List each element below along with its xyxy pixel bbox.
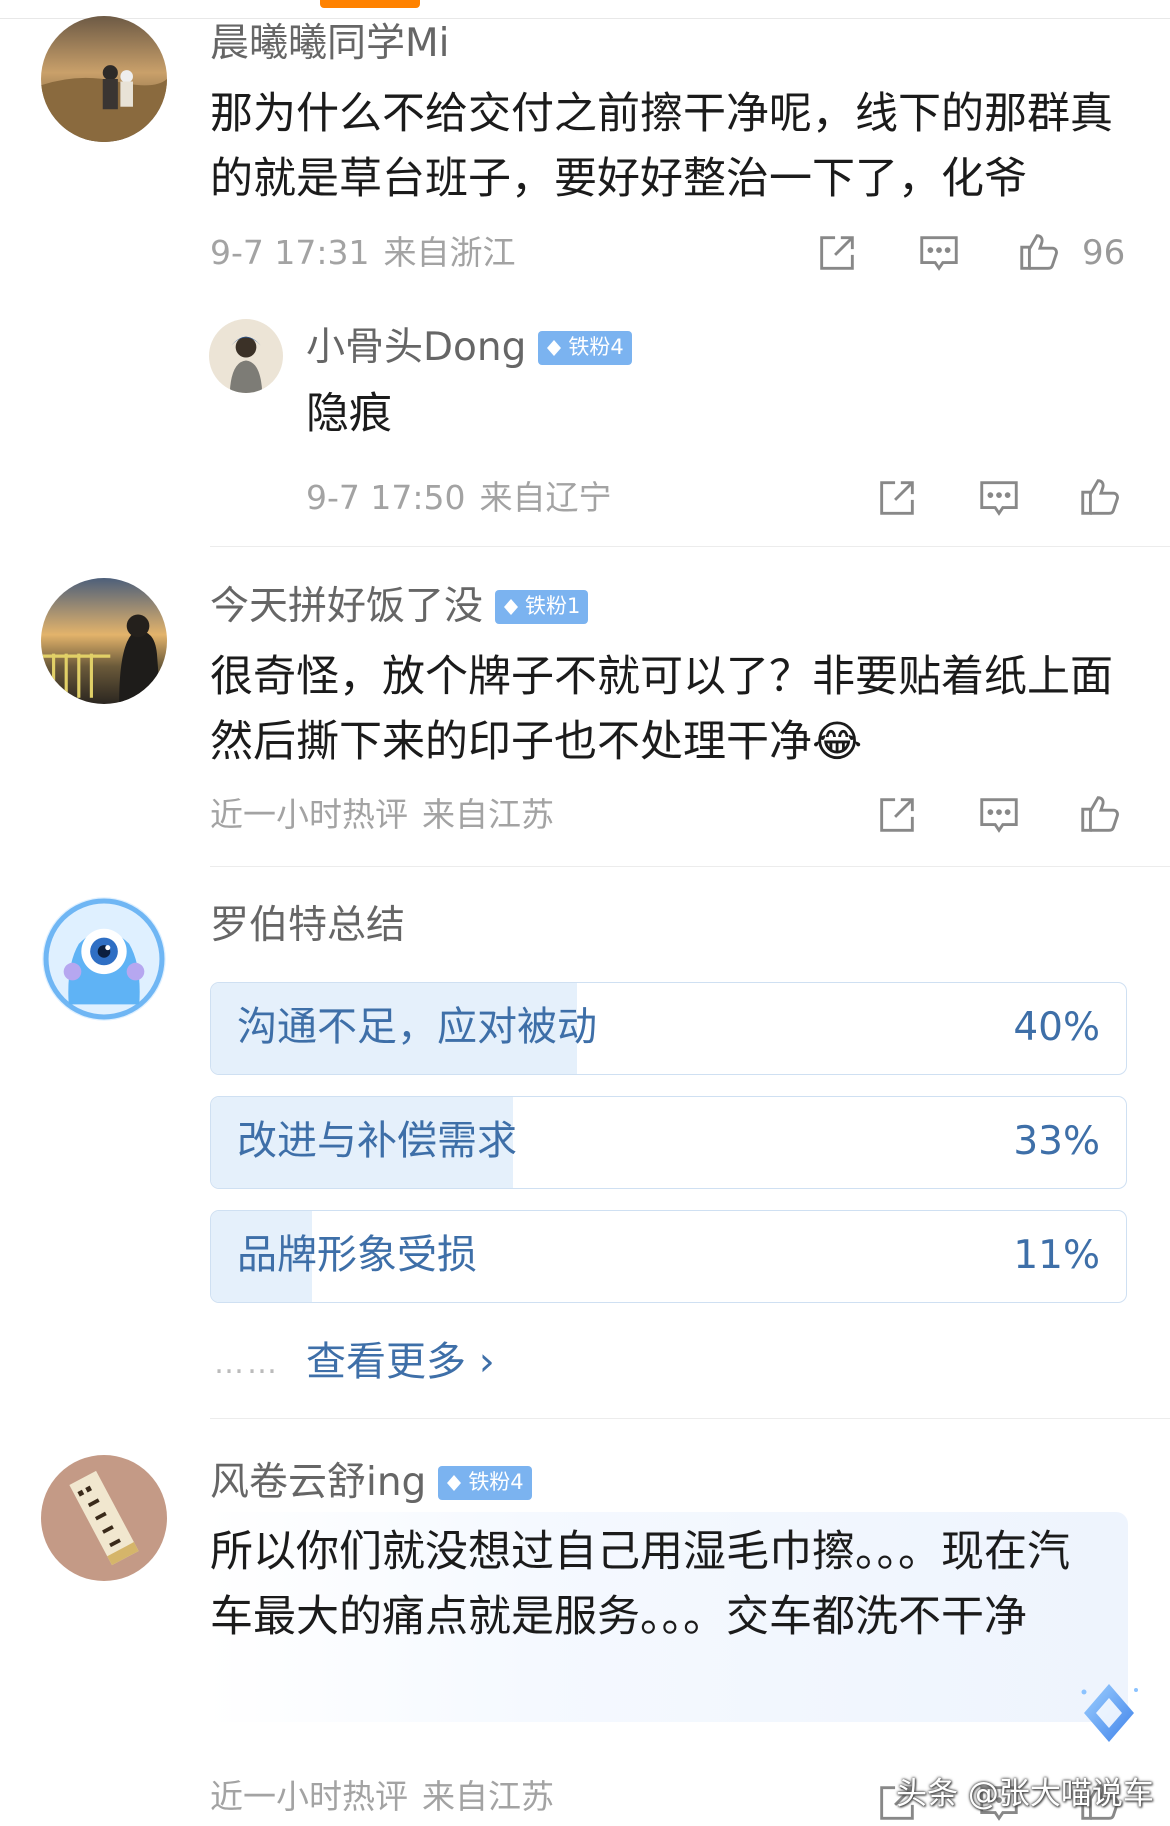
username[interactable]: 今天拼好饭了没: [210, 587, 483, 626]
share-icon[interactable]: [874, 475, 920, 521]
comment-meta: 近一小时热评 来自江苏: [210, 798, 554, 831]
poll-label: 改进与补偿需求: [237, 1118, 517, 1164]
summary-title: 罗伯特总结: [210, 903, 406, 948]
username[interactable]: 小骨头Dong: [306, 328, 526, 367]
comment-location: 来自辽宁: [479, 478, 612, 517]
comment-text: 隐痕: [306, 389, 392, 439]
laugh-cry-emoji: 😂: [812, 717, 863, 767]
poll-option[interactable]: 沟通不足，应对被动 40%: [210, 982, 1127, 1075]
like-icon[interactable]: [1016, 228, 1062, 274]
comment-body: 很奇怪，放个牌子不就可以了？非要贴着纸上面然后撕下来的印子也不处理干净: [210, 652, 1113, 767]
fan-badge: 铁粉1: [495, 589, 589, 624]
comment-text: 很奇怪，放个牌子不就可以了？非要贴着纸上面然后撕下来的印子也不处理干净😂: [210, 645, 1130, 775]
poll-percent: 40%: [1013, 1005, 1100, 1050]
share-icon[interactable]: [874, 792, 920, 838]
diamond-icon: [447, 1474, 462, 1491]
comment-location: 来自浙江: [383, 233, 516, 272]
comment-icon[interactable]: [976, 792, 1022, 838]
diamond-icon: [504, 598, 519, 615]
like-count: 96: [1082, 233, 1126, 273]
username-row: 今天拼好饭了没 铁粉1: [210, 587, 589, 626]
poll-option[interactable]: 品牌形象受损 11%: [210, 1210, 1127, 1303]
comment-time: 近一小时热评: [210, 795, 408, 834]
badge-label: 铁粉4: [568, 335, 624, 359]
comment-icon[interactable]: [916, 230, 962, 276]
more-dots: ……: [214, 1346, 280, 1381]
avatar[interactable]: [41, 1455, 167, 1581]
comment-divider: [210, 866, 1170, 867]
watermark: 头条 @张大喵说车: [896, 1776, 1154, 1812]
comment-location: 来自江苏: [422, 795, 554, 834]
username-row: 风卷云舒ing 铁粉4: [210, 1463, 532, 1502]
like-icon[interactable]: [1077, 473, 1123, 519]
avatar[interactable]: [41, 896, 167, 1022]
view-more-link[interactable]: 查看更多 ›: [306, 1342, 495, 1382]
poll-option[interactable]: 改进与补偿需求 33%: [210, 1096, 1127, 1189]
comment-text: 所以你们就没想过自己用湿毛巾擦。。。现在汽车最大的痛点就是服务。。。交车都洗不干…: [210, 1527, 1070, 1642]
active-tab-indicator: [320, 0, 420, 8]
poll-label: 品牌形象受损: [237, 1232, 477, 1278]
poll-percent: 33%: [1013, 1119, 1100, 1164]
diamond-icon: [547, 339, 562, 356]
share-icon[interactable]: [814, 230, 860, 276]
username[interactable]: 风卷云舒ing: [210, 1463, 426, 1502]
comment-meta: 近一小时热评 来自江苏: [210, 1780, 554, 1813]
avatar[interactable]: [41, 578, 167, 704]
comment-icon[interactable]: [976, 475, 1022, 521]
comment-time: 9-7 17:50: [306, 478, 466, 517]
like-icon[interactable]: [1077, 790, 1123, 836]
top-divider: [0, 0, 1170, 19]
comment-time: 9-7 17:31: [210, 233, 370, 272]
comment-meta: 9-7 17:31 来自浙江: [210, 236, 516, 269]
username-row: 小骨头Dong 铁粉4: [306, 328, 632, 367]
avatar[interactable]: [209, 319, 283, 393]
badge-label: 铁粉4: [468, 1470, 524, 1494]
badge-label: 铁粉1: [525, 594, 581, 618]
poll-label: 沟通不足，应对被动: [237, 1004, 597, 1050]
comment-divider: [210, 1418, 1170, 1419]
fan-badge: 铁粉4: [538, 330, 632, 365]
comment-location: 来自江苏: [422, 1777, 554, 1816]
ai-sparkle-icon[interactable]: [1072, 1676, 1146, 1750]
comment-divider: [210, 546, 1170, 547]
username[interactable]: 晨曦曦同学Mi: [210, 24, 450, 63]
comment-meta: 9-7 17:50 来自辽宁: [306, 481, 612, 514]
comment-time: 近一小时热评: [210, 1777, 408, 1816]
poll-percent: 11%: [1013, 1233, 1100, 1278]
avatar[interactable]: [41, 16, 167, 142]
comment-text: 那为什么不给交付之前擦干净呢，线下的那群真的就是草台班子，要好好整治一下了，化爷: [210, 89, 1113, 204]
fan-badge: 铁粉4: [438, 1465, 532, 1500]
